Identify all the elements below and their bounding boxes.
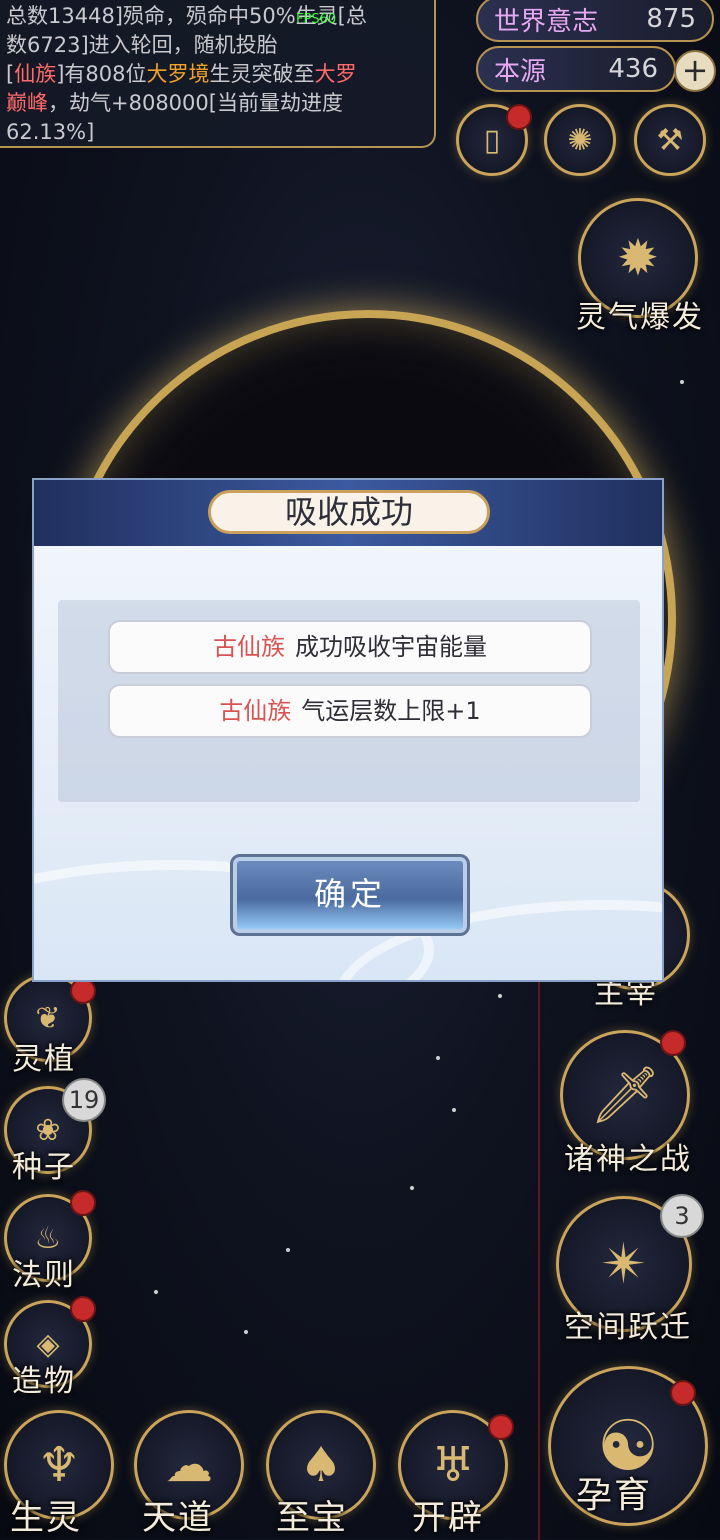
log-line: 总数13448]殒命，殒命中50%生灵[总 (6, 4, 367, 28)
star-decor (436, 1056, 440, 1060)
notification-dot (70, 1190, 96, 1216)
notification-dot (660, 1030, 686, 1056)
fps-counter: FPS60 (296, 12, 337, 27)
seed-badge: 19 (62, 1078, 106, 1122)
world-will-resource: 世界意志 875 (476, 0, 714, 42)
aura-burst-button[interactable]: 灵气爆发 (576, 292, 704, 336)
race-name: 古仙族 (219, 697, 292, 725)
heaven-nav[interactable]: 天道 (142, 1490, 214, 1539)
star-decor (154, 1290, 158, 1294)
space-jump-button[interactable]: 空间跃迁 (564, 1302, 692, 1346)
log-line: [仙族]有808位大罗境生灵突破至大罗 (6, 62, 357, 86)
spirit-plant-button[interactable]: 灵植 (12, 1034, 76, 1078)
star-decor (410, 1186, 414, 1190)
origin-resource: 本源 436 (476, 46, 676, 92)
background-line (538, 980, 540, 1540)
confirm-button[interactable]: 确定 (230, 854, 470, 936)
notification-dot (670, 1380, 696, 1406)
breed-button[interactable]: 孕育 (576, 1466, 652, 1518)
event-log[interactable]: 总数13448]殒命，殒命中50%生灵[总 数6723]进入轮回，随机投胎 [仙… (0, 0, 436, 148)
message-text: 成功吸收宇宙能量 (295, 633, 487, 661)
creature-nav[interactable]: 生灵 (10, 1490, 82, 1539)
notification-dot (488, 1414, 514, 1440)
star-decor (286, 1248, 290, 1252)
log-line: 数6723]进入轮回，随机投胎 (6, 33, 278, 57)
seed-button[interactable]: 种子 (12, 1142, 76, 1186)
notification-dot (70, 1296, 96, 1322)
space-jump-badge: 3 (660, 1194, 704, 1238)
race-name: 古仙族 (213, 633, 285, 661)
hammer-icon[interactable]: ⚒ (634, 104, 706, 176)
dialog-title: 吸收成功 (208, 490, 490, 534)
log-line: 62.13%] (6, 120, 95, 144)
treasure-nav[interactable]: 至宝 (276, 1490, 348, 1539)
star-decor (244, 1330, 248, 1334)
message-text: 气运层数上限+1 (301, 697, 481, 725)
add-origin-button[interactable]: + (674, 50, 716, 92)
message-row: 古仙族 成功吸收宇宙能量 (108, 620, 592, 674)
gods-war-button[interactable]: 诸神之战 (564, 1134, 692, 1178)
resource-value: 436 (608, 54, 658, 84)
resource-label: 世界意志 (494, 6, 599, 37)
law-button[interactable]: 法则 (12, 1250, 76, 1294)
swirl-icon[interactable]: ✺ (544, 104, 616, 176)
absorb-success-dialog: 吸收成功 古仙族 成功吸收宇宙能量 古仙族 气运层数上限+1 确定 (32, 478, 664, 982)
star-decor (498, 994, 502, 998)
notification-dot (506, 104, 532, 130)
star-decor (680, 380, 684, 384)
message-row: 古仙族 气运层数上限+1 (108, 684, 592, 738)
creation-button[interactable]: 造物 (12, 1356, 76, 1400)
open-nav[interactable]: 开辟 (412, 1490, 484, 1539)
log-line: 巅峰，劫气+808000[当前量劫进度 (6, 91, 343, 115)
resource-label: 本源 (494, 56, 547, 87)
resource-value: 875 (646, 4, 696, 34)
star-decor (452, 1108, 456, 1112)
